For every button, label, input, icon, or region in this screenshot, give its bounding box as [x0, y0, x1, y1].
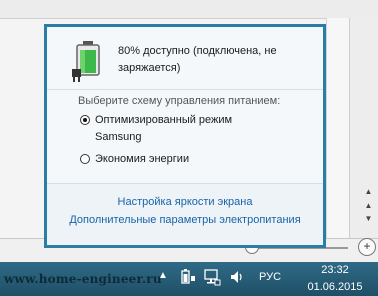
scroll-prev-icon[interactable]: ▲	[362, 200, 375, 212]
speaker-icon[interactable]	[229, 269, 245, 285]
battery-status-line2: заряжается)	[118, 62, 181, 74]
scroll-up-icon[interactable]: ▲	[362, 186, 375, 198]
brightness-settings-link[interactable]: Настройка яркости экрана	[47, 196, 323, 208]
divider	[47, 89, 323, 90]
battery-status-section: 80% доступно (подключена, не заряжается)	[47, 27, 323, 83]
battery-flyout: 80% доступно (подключена, не заряжается)…	[44, 24, 326, 248]
input-language-indicator[interactable]: РУС	[259, 271, 281, 283]
background-toolbar	[0, 0, 378, 19]
divider	[47, 183, 323, 184]
zoom-plus-icon[interactable]: +	[358, 238, 376, 256]
scheme-option-label: Экономия энергии	[95, 153, 190, 165]
scheme-option-sublabel: Samsung	[95, 131, 142, 143]
scroll-next-icon[interactable]: ▼	[362, 213, 375, 225]
network-icon[interactable]	[203, 268, 221, 286]
radio-button[interactable]	[80, 154, 90, 164]
battery-status-line1: 80% доступно (подключена, не	[118, 45, 277, 57]
background-scrollbar-area[interactable]	[349, 18, 378, 262]
battery-plug-icon[interactable]	[180, 268, 196, 286]
scheme-option-label: Оптимизированный режим	[95, 114, 233, 126]
radio-button-selected[interactable]	[80, 115, 90, 125]
flyout-links-section: Настройка яркости экрана Дополнительные …	[47, 183, 323, 245]
battery-plug-icon	[72, 41, 100, 82]
clock-time[interactable]: 23:32	[300, 264, 370, 276]
clock-date[interactable]: 01.06.2015	[300, 281, 370, 293]
watermark-text: www.home-engineer.ru	[4, 272, 162, 286]
tray-overflow-icon[interactable]: ▲	[158, 270, 168, 281]
power-scheme-label: Выберите схему управления питанием:	[78, 95, 281, 107]
advanced-power-settings-link[interactable]: Дополнительные параметры электропитания	[47, 214, 323, 226]
battery-status-text: 80% доступно (подключена, не заряжается)	[118, 43, 318, 77]
